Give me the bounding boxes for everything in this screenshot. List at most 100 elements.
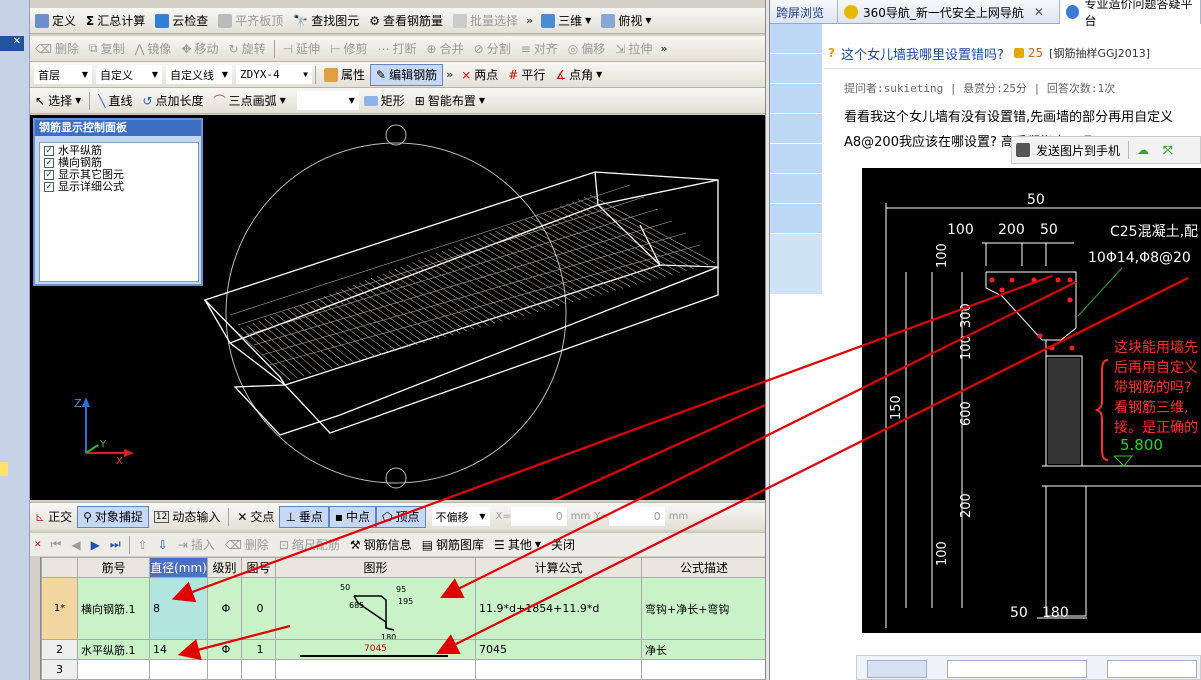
side-link[interactable] [770,144,822,174]
floor-select[interactable]: 首层 ▼ [34,65,92,84]
question-title[interactable]: 这个女儿墙我哪里设置错吗? [841,44,1004,63]
find-element-button[interactable]: 🔭 查找图元 [288,10,364,32]
line-tool-button[interactable]: ╲ 直线 [93,90,137,112]
thumbnail-preview[interactable] [856,655,1201,680]
side-link[interactable] [770,24,822,54]
view-rebar-qty-button[interactable]: ⚙ 查看钢筋量 [364,10,448,32]
point-length-button[interactable]: ↺ 点加长度 [137,90,208,112]
cell-formula[interactable]: 11.9*d+1854+11.9*d [475,577,642,640]
side-link[interactable] [770,54,822,84]
cell-diameter[interactable] [149,659,208,680]
intersection-snap-button[interactable]: ✕ 交点 [232,506,279,528]
move-button[interactable]: ✥ 移动 [176,38,223,60]
col-header-formula[interactable]: 计算公式 [475,557,642,578]
cell-grade[interactable]: Φ [207,577,242,640]
edit-rebar-button[interactable]: ✎ 编辑钢筋 [370,63,444,86]
cell-bar-no[interactable]: 水平纵筋.1 [77,639,150,660]
rotate-button[interactable]: ↻ 旋转 [224,38,271,60]
close-small-icon[interactable]: ✕ [34,540,42,550]
dynamic-input-button[interactable]: 12 动态输入 [149,506,225,528]
cell-bar-no[interactable] [77,659,150,680]
align-slab-top-button[interactable]: 平齐板顶 [213,10,288,32]
table-row[interactable]: 1* 横向钢筋.1 8 Φ 0 50 95 685 180 195 11.9*d… [41,577,767,640]
offset-button[interactable]: ◎ 偏移 [563,38,611,60]
3d-viewport[interactable]: Z Y X 钢筋显示控制面板 ✓ 水平纵筋 ✓ 横向钢筋 ✓ 显示其它图元 ✓ 显示详细… [30,115,765,500]
close-button[interactable]: 关闭 [546,534,580,556]
cell-shape[interactable]: 7045 [275,639,476,660]
cell-formula-desc[interactable] [641,659,767,680]
side-link[interactable] [770,114,822,144]
copy-button[interactable]: ⧉ 复制 [84,38,130,60]
expand-icon[interactable]: ⤧ [1163,143,1173,158]
cell-shape[interactable]: 50 95 685 180 195 [275,577,476,640]
align-button[interactable]: ≡ 对齐 [516,38,563,60]
arc-option-select[interactable]: ▼ [296,91,359,110]
prev-record-button[interactable]: ◀ [66,534,85,556]
rebar-library-button[interactable]: ▤ 钢筋图库 [417,534,489,556]
side-link[interactable] [770,84,822,114]
insert-button[interactable]: ⇥ 插入 [173,534,220,556]
smart-layout-button[interactable]: ⊞ 智能布置 ▼ [410,90,490,112]
row-index[interactable]: 2 [41,639,78,660]
perpendicular-snap-button[interactable]: ⊥ 垂点 [279,505,329,528]
stretch-button[interactable]: ⇲ 拉伸 [610,38,657,60]
cell-shape[interactable] [275,659,476,680]
next-record-button[interactable]: ▶ [86,534,105,556]
cell-figure-no[interactable]: 1 [241,639,276,660]
other-button[interactable]: ☰ 其他 ▼ [489,534,546,556]
two-points-button[interactable]: ⨯ 两点 [456,64,503,86]
cell-diameter[interactable]: 14 [149,639,208,660]
tab-close-icon[interactable]: ✕ [1034,5,1044,19]
tab-cross-screen[interactable]: 跨屏浏览 [770,0,838,24]
cell-formula[interactable] [475,659,642,680]
col-header-bar-no[interactable]: 筋号 [77,557,150,578]
question-category[interactable]: [钢筋抽样GGJ2013] [1049,45,1150,61]
split-button[interactable]: ⊘ 分割 [469,38,516,60]
ortho-button[interactable]: ⊾ 正交 [30,506,77,528]
toolbar-overflow-icon[interactable]: » [443,68,456,81]
tab-qa-platform[interactable]: 专业造价问题答疑平台 [1060,0,1201,28]
col-header-figure-no[interactable]: 图号 [241,557,276,578]
rebar-info-button[interactable]: ⚒ 钢筋信息 [345,534,417,556]
break-button[interactable]: ⋯ 打断 [373,38,422,60]
delete-button[interactable]: ⌫ 删除 [30,38,84,60]
object-snap-button[interactable]: ⚲ 对象捕捉 [77,505,149,528]
cell-formula[interactable]: 7045 [475,639,642,660]
cell-diameter[interactable]: 8 [149,577,208,640]
midpoint-snap-button[interactable]: ▪ 中点 [328,505,377,528]
batch-select-button[interactable]: 批量选择 [448,10,523,32]
panel-close-icon[interactable]: ✕ [0,36,24,51]
col-header-shape[interactable]: 图形 [275,557,476,578]
col-header-diameter[interactable]: 直径(mm) [149,557,208,578]
first-record-button[interactable]: ⏮ [46,534,67,556]
toolbar-overflow-icon[interactable]: » [523,14,536,27]
merge-button[interactable]: ⊕ 合并 [422,38,469,60]
cell-figure-no[interactable]: 0 [241,577,276,640]
view-direction-select[interactable]: 俯视 ▼ [596,10,656,32]
table-row[interactable]: 3 [41,659,767,680]
side-link[interactable] [770,174,822,204]
x-coord-input[interactable]: 0 [510,507,567,526]
row-index[interactable]: 1* [41,577,78,640]
toolbar-overflow-icon[interactable]: » [657,42,670,55]
y-coord-input[interactable]: 0 [608,507,665,526]
table-row[interactable]: 2 水平纵筋.1 14 Φ 1 7045 7045 净长 [41,639,767,660]
col-header-formula-desc[interactable]: 公式描述 [641,557,767,578]
rectangle-tool-button[interactable]: 矩形 [359,90,410,112]
parallel-button[interactable]: # 平行 [503,64,550,86]
last-record-button[interactable]: ⏭ [105,534,126,556]
element-name-select[interactable]: ZDYX-4 ▼ [236,65,312,84]
offset-mode-select[interactable]: 不偏移 ▼ [431,507,490,526]
move-up-button[interactable]: ⇧ [133,534,153,556]
side-link[interactable] [770,204,822,234]
summary-calc-button[interactable]: Σ 汇总计算 [81,10,150,32]
row-index[interactable]: 3 [41,659,78,680]
trim-button[interactable]: ⊢ 修剪 [325,38,372,60]
mirror-button[interactable]: ⋀ 镜像 [130,38,177,60]
cell-formula-desc[interactable]: 净长 [641,639,767,660]
send-to-phone-button[interactable]: 发送图片到手机 [1036,142,1120,159]
define-button[interactable]: 定义 [30,10,81,32]
point-angle-button[interactable]: ∡ 点角 ▼ [550,64,607,86]
extend-button[interactable]: ⊣ 延伸 [278,38,325,60]
move-down-button[interactable]: ⇩ [153,534,173,556]
